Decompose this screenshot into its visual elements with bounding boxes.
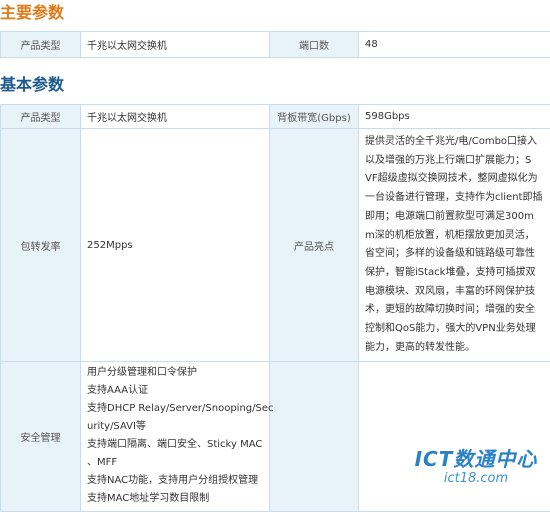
table-row: 产品类型 千兆以太网交换机 背板带宽(Gbps) 598Gbps xyxy=(1,105,550,129)
product-type-value: 千兆以太网交换机 xyxy=(81,32,270,58)
basic-product-type-label: 产品类型 xyxy=(1,105,81,129)
forwarding-rate-label: 包转发率 xyxy=(1,129,81,362)
watermark-sub-text: ict18.com xyxy=(412,471,540,487)
highlights-line: 省空间；多样的设备级和链路级可靠性 xyxy=(365,245,546,264)
security-management-value: 用户分级管理和口令保护 支持AAA认证 支持DHCP Relay/Server/… xyxy=(81,362,270,512)
highlights-line: VF超级虚拟交换网技术，整网虚拟化为 xyxy=(365,170,546,189)
highlights-line: 电源模块、双风扇，丰富的环网保护技 xyxy=(365,283,546,302)
security-line: 支持MAC地址学习数目限制 xyxy=(87,490,265,508)
product-type-label: 产品类型 xyxy=(1,32,81,58)
watermark-main-text: ICT数通中心 xyxy=(412,447,540,471)
backplane-bandwidth-label: 背板带宽(Gbps) xyxy=(270,105,359,129)
forwarding-rate-value: 252Mpps xyxy=(81,129,270,362)
highlights-value: 提供灵活的全千兆光/电/Combo口接入 以及增强的万兆上行端口扩展能力；S V… xyxy=(359,129,550,362)
security-line: 支持端口隔离、端口安全、Sticky MAC xyxy=(87,436,265,454)
highlights-line: 即用；电源端口前置款型可满足300m xyxy=(365,208,546,227)
table-row: 安全管理 用户分级管理和口令保护 支持AAA认证 支持DHCP Relay/Se… xyxy=(1,362,550,512)
empty-value-cell xyxy=(359,362,550,512)
section-title-basic-params: 基本参数 xyxy=(0,75,64,95)
port-count-label: 端口数 xyxy=(270,32,359,58)
security-line: 支持NAC功能，支持用户分组授权管理 xyxy=(87,472,265,490)
security-line: 支持DHCP Relay/Server/Snooping/Sec xyxy=(87,400,265,418)
highlights-line: 以及增强的万兆上行端口扩展能力；S xyxy=(365,152,546,171)
section-title-main-params: 主要参数 xyxy=(0,3,64,23)
highlights-line: m深的机柜放置，机柜摆放更加灵活， xyxy=(365,227,546,246)
backplane-bandwidth-value: 598Gbps xyxy=(359,105,550,129)
basic-product-type-value: 千兆以太网交换机 xyxy=(81,105,270,129)
security-management-label: 安全管理 xyxy=(1,362,81,512)
security-line: urity/SAVI等 xyxy=(87,418,265,436)
security-line: 、MFF xyxy=(87,454,265,472)
table-row: 包转发率 252Mpps 产品亮点 提供灵活的全千兆光/电/Combo口接入 以… xyxy=(1,129,550,362)
highlights-line: 保护，智能iStack堆叠，支持可插拔双 xyxy=(365,264,546,283)
highlights-line: 提供灵活的全千兆光/电/Combo口接入 xyxy=(365,133,546,152)
highlights-line: 能力，更高的转发性能。 xyxy=(365,339,546,358)
highlights-line: 一台设备进行管理，支持作为client即插 xyxy=(365,189,546,208)
empty-label-cell xyxy=(270,362,359,512)
security-line: 支持AAA认证 xyxy=(87,382,265,400)
main-params-table: 产品类型 千兆以太网交换机 端口数 48 xyxy=(0,31,550,58)
port-count-value: 48 xyxy=(359,32,550,58)
highlights-line: 控制和QoS能力，强大的VPN业务处理 xyxy=(365,320,546,339)
highlights-line: 术，更短的故障切换时间；增强的安全 xyxy=(365,301,546,320)
watermark-logo: ICT数通中心 ict18.com xyxy=(412,447,540,489)
table-row: 产品类型 千兆以太网交换机 端口数 48 xyxy=(1,32,550,58)
security-line: 用户分级管理和口令保护 xyxy=(87,364,265,382)
highlights-label: 产品亮点 xyxy=(270,129,359,362)
